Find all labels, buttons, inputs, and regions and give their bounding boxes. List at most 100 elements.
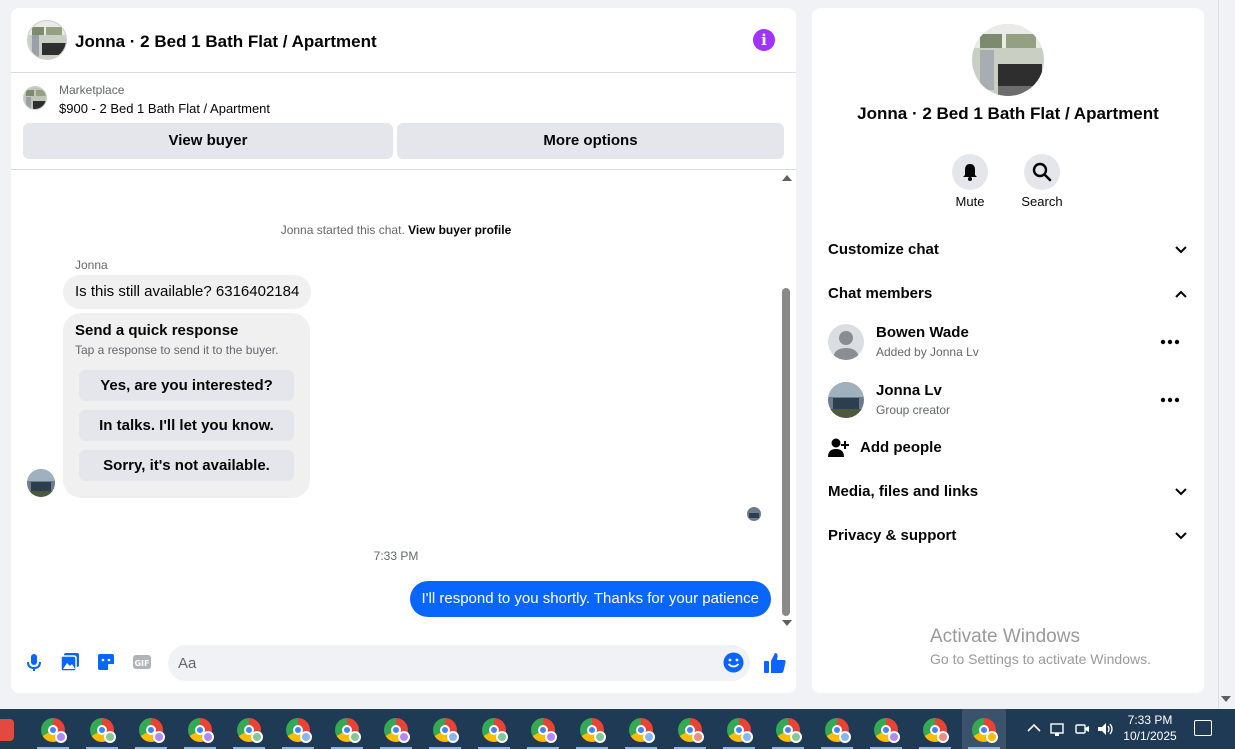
chrome-icon[interactable] (570, 709, 614, 749)
search-button[interactable] (1024, 154, 1060, 190)
quick-response-button[interactable]: In talks. I'll let you know. (79, 410, 294, 441)
chrome-icon[interactable] (962, 709, 1006, 749)
chevron-up-icon (1175, 290, 1187, 298)
search-icon (1032, 162, 1052, 182)
chrome-icon[interactable] (766, 709, 810, 749)
thumbs-up-icon[interactable] (763, 651, 787, 675)
chrome-icon[interactable] (619, 709, 663, 749)
message-timestamp: 7:33 PM (373, 549, 419, 563)
quick-response-button[interactable]: Sorry, it's not available. (79, 450, 294, 481)
privacy-support-label: Privacy & support (828, 527, 957, 544)
member-name[interactable]: Jonna Lv (876, 382, 942, 399)
chrome-icon[interactable] (815, 709, 859, 749)
sender-name: Jonna (75, 258, 108, 272)
page-scroll-down-icon[interactable] (1221, 696, 1231, 702)
activate-windows-title: Activate Windows (930, 626, 1080, 647)
more-options-icon[interactable] (1160, 338, 1180, 346)
microphone-icon[interactable] (24, 652, 44, 672)
member-role: Group creator (876, 403, 951, 417)
customize-chat-section[interactable]: Customize chat (828, 235, 1188, 265)
message-composer: GIF (11, 644, 796, 684)
listing-price[interactable]: $900 - 2 Bed 1 Bath Flat / Apartment (59, 101, 270, 116)
chrome-icon[interactable] (80, 709, 124, 749)
svg-text:GIF: GIF (134, 659, 149, 668)
network-icon[interactable] (1049, 721, 1067, 737)
member-avatar[interactable] (828, 382, 864, 418)
details-avatar[interactable] (972, 24, 1044, 96)
outgoing-message[interactable]: I'll respond to you shortly. Thanks for … (409, 581, 771, 617)
chrome-icon[interactable] (374, 709, 418, 749)
emoji-icon[interactable] (723, 652, 744, 673)
windows-taskbar: 7:33 PM 10/1/2025 (0, 709, 1235, 749)
chevron-down-icon (1175, 488, 1187, 496)
chrome-icon[interactable] (31, 709, 75, 749)
chrome-icon[interactable] (472, 709, 516, 749)
chrome-icon[interactable] (668, 709, 712, 749)
view-buyer-profile-link[interactable]: View buyer profile (408, 223, 511, 237)
quick-response-button[interactable]: Yes, are you interested? (79, 370, 294, 401)
chrome-icon[interactable] (717, 709, 761, 749)
privacy-support-section[interactable]: Privacy & support (828, 521, 1188, 551)
view-buyer-button[interactable]: View buyer (23, 123, 393, 159)
chat-details-panel: Jonna · 2 Bed 1 Bath Flat / Apartment Mu… (812, 8, 1204, 693)
page-scrollbar[interactable] (1218, 0, 1219, 708)
listing-source: Marketplace (59, 83, 125, 97)
incoming-message[interactable]: Is this still available? 6316402184 (63, 275, 312, 309)
scroll-thumb[interactable] (782, 288, 790, 616)
chrome-icon[interactable] (227, 709, 271, 749)
notification-icon[interactable] (1194, 720, 1212, 736)
chevron-down-icon (1175, 246, 1187, 254)
sender-avatar[interactable] (27, 469, 55, 497)
listing-thumbnail[interactable] (23, 86, 47, 110)
up-arrow-icon[interactable] (1027, 723, 1041, 733)
listing-strip: Marketplace $900 - 2 Bed 1 Bath Flat / A… (11, 73, 796, 170)
volume-icon[interactable] (1097, 721, 1115, 737)
add-person-icon[interactable] (828, 437, 850, 459)
chrome-icon[interactable] (864, 709, 908, 749)
chat-header: Jonna · 2 Bed 1 Bath Flat / Apartment i (11, 8, 796, 73)
chrome-icon[interactable] (276, 709, 320, 749)
media-files-links-label: Media, files and links (828, 483, 979, 500)
sticker-icon[interactable] (96, 652, 116, 672)
chat-title: Jonna · 2 Bed 1 Bath Flat / Apartment (75, 32, 377, 51)
chat-members-label: Chat members (828, 285, 933, 302)
add-people-button[interactable]: Add people (860, 439, 942, 456)
quick-response-title: Send a quick response (75, 322, 239, 339)
taskbar-date: 10/1/2025 (1123, 729, 1177, 743)
mute-label: Mute (955, 194, 985, 209)
chrome-icon[interactable] (423, 709, 467, 749)
member-name[interactable]: Bowen Wade (876, 324, 969, 341)
chrome-icon[interactable] (913, 709, 957, 749)
app-icon[interactable] (0, 719, 14, 741)
chevron-down-icon (1175, 532, 1187, 540)
member-role: Added by Jonna Lv (876, 345, 979, 359)
mute-button[interactable] (952, 154, 988, 190)
chrome-icon[interactable] (178, 709, 222, 749)
taskbar-time: 7:33 PM (1127, 713, 1173, 727)
media-files-links-section[interactable]: Media, files and links (828, 477, 1188, 507)
gif-icon[interactable]: GIF (132, 652, 152, 672)
chat-started-text: Jonna started this chat. (280, 223, 405, 237)
chat-scrollbar[interactable] (780, 173, 792, 628)
chat-avatar[interactable] (27, 20, 67, 60)
chrome-icon[interactable] (521, 709, 565, 749)
quick-response-subtitle: Tap a response to send it to the buyer. (75, 343, 279, 357)
meeting-icon[interactable] (1074, 721, 1090, 737)
photo-icon[interactable] (60, 652, 80, 672)
message-input[interactable] (168, 645, 750, 681)
more-options-button[interactable]: More options (397, 123, 784, 159)
taskbar-clock[interactable]: 7:33 PM 10/1/2025 (1118, 712, 1182, 744)
chrome-icon[interactable] (129, 709, 173, 749)
quick-response-card: Send a quick response Tap a response to … (63, 313, 310, 498)
member-avatar[interactable] (828, 324, 864, 360)
search-label: Search (1021, 194, 1063, 209)
more-options-icon[interactable] (1160, 396, 1180, 404)
chrome-icon[interactable] (325, 709, 369, 749)
info-icon[interactable]: i (753, 29, 775, 51)
bell-icon (963, 164, 977, 181)
seen-receipt-avatar (747, 507, 761, 521)
scroll-down-arrow-icon[interactable] (782, 620, 792, 626)
chat-panel: Jonna · 2 Bed 1 Bath Flat / Apartment i … (11, 8, 796, 693)
chat-members-section[interactable]: Chat members (828, 279, 1188, 309)
scroll-up-arrow-icon[interactable] (782, 175, 792, 181)
